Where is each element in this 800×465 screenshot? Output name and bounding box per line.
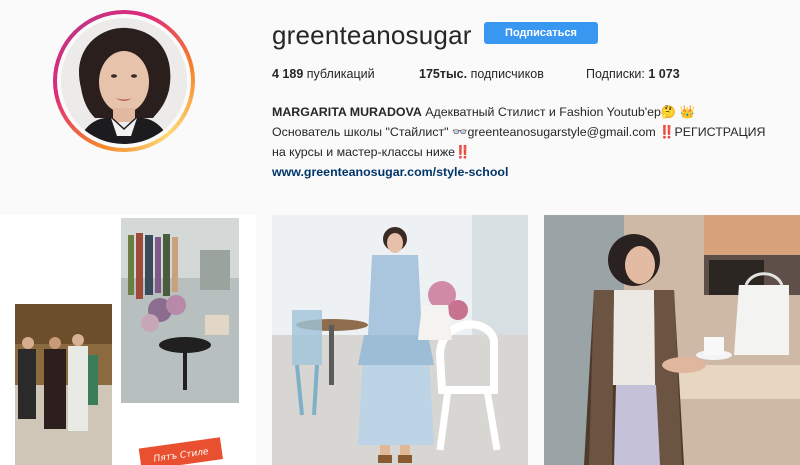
stat-followers[interactable]: 175тыс. подписчиков bbox=[419, 67, 544, 81]
bio-line-1-text: Адекватный Стилист и Fashion Youtub'ер🤔 … bbox=[421, 105, 696, 119]
bio-line-2: Основатель школы "Стайлист" 👓greenteanos… bbox=[272, 125, 766, 139]
bio-full-name: MARGARITA MURADOVA bbox=[272, 105, 422, 119]
bio-line-3: на курсы и мастер-классы ниже‼️ bbox=[272, 145, 471, 159]
post-thumbnail[interactable] bbox=[272, 215, 528, 465]
following-count: 1 073 bbox=[648, 67, 680, 81]
profile-bio: MARGARITA MURADOVA Адекватный Стилист и … bbox=[272, 102, 792, 182]
bio-line-1: MARGARITA MURADOVA Адекватный Стилист и … bbox=[272, 102, 792, 122]
posts-label: публикаций bbox=[306, 67, 375, 81]
followers-count: 175тыс. bbox=[419, 67, 468, 81]
stat-posts: 4 189 публикаций bbox=[272, 67, 375, 81]
avatar-border bbox=[57, 14, 191, 148]
post-image: Пятъ Стиле bbox=[0, 215, 256, 465]
following-label: Подписки: bbox=[586, 67, 645, 81]
bio-website-link[interactable]: www.greenteanosugar.com/style-school bbox=[272, 165, 508, 179]
profile-username: greenteanosugar bbox=[272, 20, 472, 50]
post-image bbox=[544, 215, 800, 465]
stat-following[interactable]: Подписки: 1 073 bbox=[586, 67, 680, 81]
follow-button[interactable]: Подписаться bbox=[484, 22, 598, 44]
post-thumbnail[interactable] bbox=[544, 215, 800, 465]
followers-label: подписчиков bbox=[470, 67, 544, 81]
posts-count: 4 189 bbox=[272, 67, 304, 81]
profile-stats: 4 189 публикаций 175тыс. подписчиков Под… bbox=[272, 67, 702, 83]
profile-avatar-ring[interactable] bbox=[53, 10, 195, 152]
avatar-photo bbox=[61, 18, 187, 144]
post-thumbnail[interactable]: Пятъ Стиле bbox=[0, 215, 256, 465]
profile-avatar[interactable] bbox=[61, 18, 187, 144]
post-image bbox=[272, 215, 528, 465]
